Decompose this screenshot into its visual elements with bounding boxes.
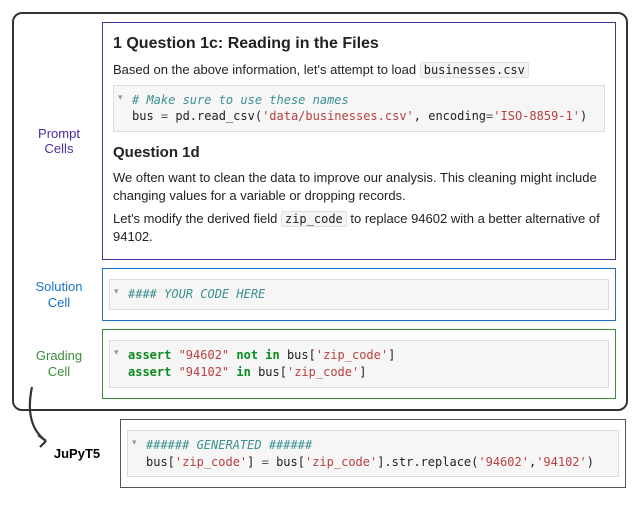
prompt-row: Prompt Cells 1 Question 1c: Reading in t…: [24, 22, 616, 260]
tok: bus: [132, 109, 161, 123]
code-comment: # Make sure to use these names: [132, 93, 349, 107]
solution-placeholder: #### YOUR CODE HERE: [128, 287, 265, 301]
inline-code-businesses: businesses.csv: [420, 62, 529, 78]
prompt-1d-text-1: We often want to clean the data to impro…: [113, 169, 605, 204]
question-1d-heading: Question 1d: [113, 144, 605, 161]
solution-cell[interactable]: #### YOUR CODE HERE: [102, 268, 616, 321]
tok: ]: [388, 348, 395, 362]
tok: 'zip_code': [305, 455, 377, 469]
prompt-1c-text-a: Based on the above information, let's at…: [113, 62, 420, 77]
notebook-outline: Prompt Cells 1 Question 1c: Reading in t…: [12, 12, 628, 411]
prompt-label: Prompt Cells: [24, 22, 94, 260]
grading-row: Grading Cell assert "94602" not in bus['…: [24, 329, 616, 399]
tok: ): [580, 109, 587, 123]
tok: '94602': [478, 455, 529, 469]
tok: 'zip_code': [316, 348, 388, 362]
tok: 'zip_code': [287, 365, 359, 379]
prompt-cell: 1 Question 1c: Reading in the Files Base…: [102, 22, 616, 260]
tok: ].str.replace(: [377, 455, 478, 469]
tok: "94102": [179, 365, 230, 379]
tok: pd.read_csv(: [175, 109, 262, 123]
tok: "94602": [179, 348, 230, 362]
solution-label: Solution Cell: [24, 268, 94, 321]
question-1c-heading: 1 Question 1c: Reading in the Files: [113, 35, 605, 53]
prompt-1d-a: Let's modify the derived field: [113, 211, 281, 226]
tok: assert: [128, 348, 179, 362]
prompt-1c-text: Based on the above information, let's at…: [113, 61, 605, 79]
tok: ]: [359, 365, 366, 379]
code-block-solution[interactable]: #### YOUR CODE HERE: [109, 279, 609, 310]
tok: 'ISO-8859-1': [493, 109, 580, 123]
code-block-generated: ###### GENERATED ###### bus['zip_code'] …: [127, 430, 619, 478]
grading-label: Grading Cell: [24, 329, 94, 399]
tok: 'data/businesses.csv': [262, 109, 414, 123]
tok: , encoding: [414, 109, 486, 123]
code-block-grading: assert "94602" not in bus['zip_code'] as…: [109, 340, 609, 388]
tok: =: [262, 455, 276, 469]
generated-row: JuPyT5 ###### GENERATED ###### bus['zip_…: [42, 419, 626, 489]
tok: 'zip_code': [175, 455, 247, 469]
generated-cell: ###### GENERATED ###### bus['zip_code'] …: [120, 419, 626, 489]
tok: bus[: [276, 455, 305, 469]
tok: bus[: [258, 365, 287, 379]
tok: =: [161, 109, 175, 123]
tok: bus[: [287, 348, 316, 362]
tok: in: [229, 365, 258, 379]
tok: not in: [229, 348, 287, 362]
inline-code-zipcode: zip_code: [281, 211, 347, 227]
tok: '94102': [536, 455, 587, 469]
tok: ): [587, 455, 594, 469]
generated-comment: ###### GENERATED ######: [146, 438, 312, 452]
tok: bus[: [146, 455, 175, 469]
solution-row: Solution Cell #### YOUR CODE HERE: [24, 268, 616, 321]
jupyt5-label: JuPyT5: [42, 419, 112, 489]
tok: assert: [128, 365, 179, 379]
code-block-readcsv: # Make sure to use these names bus = pd.…: [113, 85, 605, 133]
prompt-1d-text-2: Let's modify the derived field zip_code …: [113, 210, 605, 245]
grading-cell: assert "94602" not in bus['zip_code'] as…: [102, 329, 616, 399]
tok: ]: [247, 455, 261, 469]
